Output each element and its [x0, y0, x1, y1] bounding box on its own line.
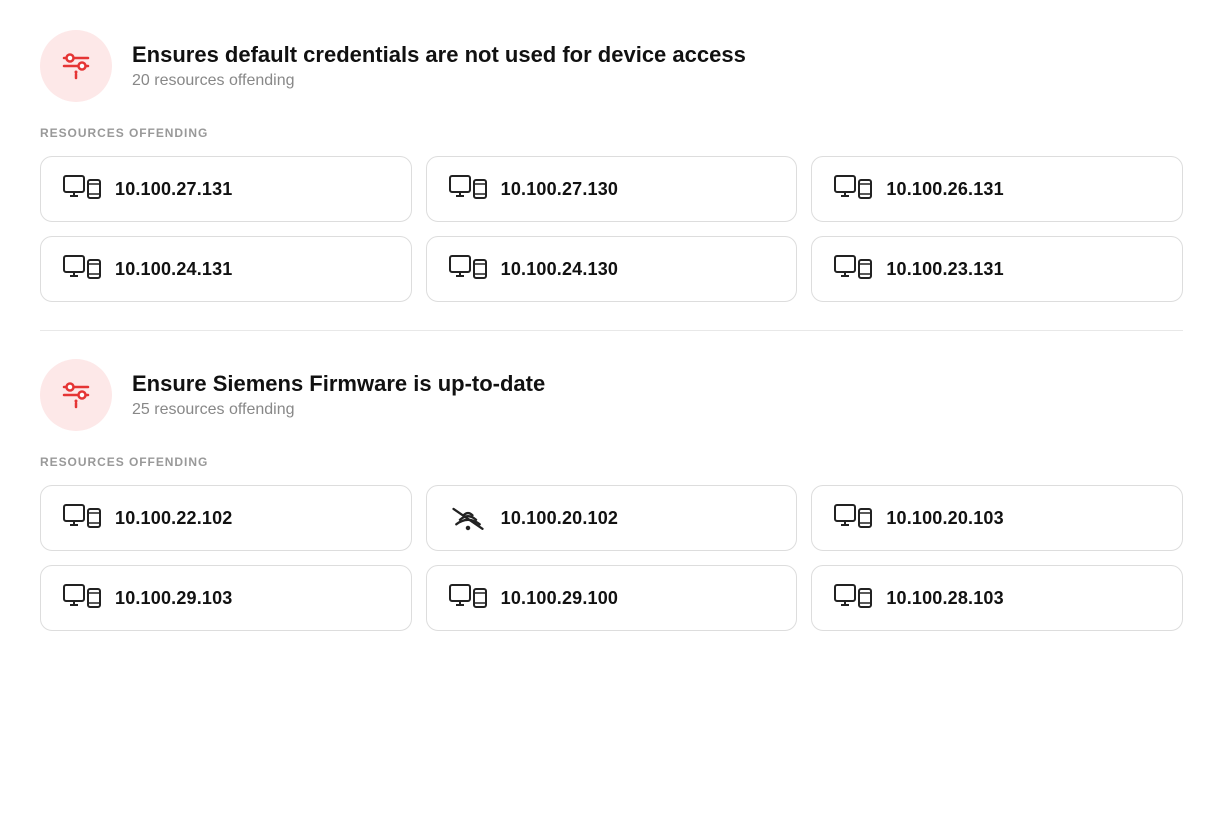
policy-section-2: Ensure Siemens Firmware is up-to-date 25…: [40, 359, 1183, 631]
resource-card-1-5[interactable]: 10.100.24.130: [426, 236, 798, 302]
resource-ip-1-2: 10.100.27.130: [501, 179, 618, 200]
policy-subtitle-1: 20 resources offending: [132, 72, 746, 90]
resources-grid-1: 10.100.27.131 10.100.27.130: [40, 156, 1183, 302]
device-icon-1-2: [449, 175, 487, 203]
policy-section-1: Ensures default credentials are not used…: [40, 30, 1183, 302]
device-icon-1-4: [63, 255, 101, 283]
policy-title-1: Ensures default credentials are not used…: [132, 42, 746, 68]
resource-ip-2-1: 10.100.22.102: [115, 508, 232, 529]
device-icon-2-3: [834, 504, 872, 532]
resource-card-2-4[interactable]: 10.100.29.103: [40, 565, 412, 631]
page-container: Ensures default credentials are not used…: [40, 30, 1183, 631]
resources-grid-2: 10.100.22.102 10.100.20.102: [40, 485, 1183, 631]
policy-info-1: Ensures default credentials are not used…: [132, 42, 746, 90]
resource-ip-2-2: 10.100.20.102: [501, 508, 618, 529]
policy-icon-wrapper-2: [40, 359, 112, 431]
resource-card-1-6[interactable]: 10.100.23.131: [811, 236, 1183, 302]
device-icon-2-6: [834, 584, 872, 612]
policy-subtitle-2: 25 resources offending: [132, 401, 545, 419]
policy-icon-wrapper-1: [40, 30, 112, 102]
resource-ip-2-5: 10.100.29.100: [501, 588, 618, 609]
resource-card-1-3[interactable]: 10.100.26.131: [811, 156, 1183, 222]
resource-card-2-5[interactable]: 10.100.29.100: [426, 565, 798, 631]
device-icon-1-6: [834, 255, 872, 283]
policy-info-2: Ensure Siemens Firmware is up-to-date 25…: [132, 371, 545, 419]
resource-ip-1-6: 10.100.23.131: [886, 259, 1003, 280]
resource-ip-1-3: 10.100.26.131: [886, 179, 1003, 200]
resource-ip-1-1: 10.100.27.131: [115, 179, 232, 200]
device-icon-1-1: [63, 175, 101, 203]
device-icon-2-5: [449, 584, 487, 612]
device-icon-2-1: [63, 504, 101, 532]
resource-card-2-1[interactable]: 10.100.22.102: [40, 485, 412, 551]
resource-card-2-3[interactable]: 10.100.20.103: [811, 485, 1183, 551]
resource-ip-2-4: 10.100.29.103: [115, 588, 232, 609]
settings-alert-icon-1: [58, 48, 94, 84]
resource-card-1-1[interactable]: 10.100.27.131: [40, 156, 412, 222]
device-icon-2-4: [63, 584, 101, 612]
resources-label-1: RESOURCES OFFENDING: [40, 126, 1183, 140]
policy-header-2: Ensure Siemens Firmware is up-to-date 25…: [40, 359, 1183, 431]
resource-ip-2-3: 10.100.20.103: [886, 508, 1003, 529]
resources-label-2: RESOURCES OFFENDING: [40, 455, 1183, 469]
policy-title-2: Ensure Siemens Firmware is up-to-date: [132, 371, 545, 397]
policy-header-1: Ensures default credentials are not used…: [40, 30, 1183, 102]
resource-ip-1-4: 10.100.24.131: [115, 259, 232, 280]
device-icon-1-3: [834, 175, 872, 203]
resource-ip-2-6: 10.100.28.103: [886, 588, 1003, 609]
device-icon-1-5: [449, 255, 487, 283]
resource-ip-1-5: 10.100.24.130: [501, 259, 618, 280]
section-divider: [40, 330, 1183, 331]
device-alt-icon-2-2: [449, 504, 487, 532]
resource-card-2-2[interactable]: 10.100.20.102: [426, 485, 798, 551]
resource-card-1-4[interactable]: 10.100.24.131: [40, 236, 412, 302]
settings-alert-icon-2: [58, 377, 94, 413]
resource-card-2-6[interactable]: 10.100.28.103: [811, 565, 1183, 631]
resource-card-1-2[interactable]: 10.100.27.130: [426, 156, 798, 222]
